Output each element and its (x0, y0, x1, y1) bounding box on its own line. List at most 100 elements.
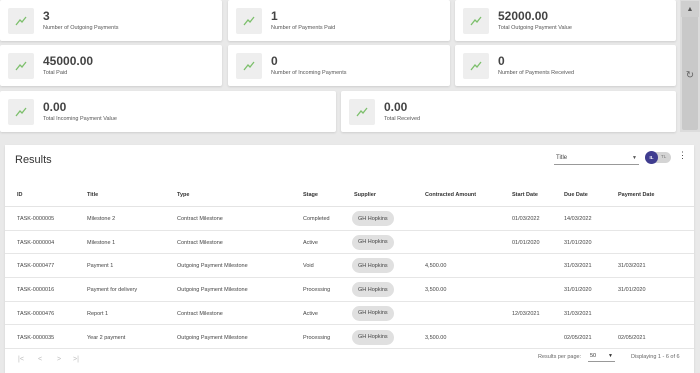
cell-due-date: 31/03/2021 (564, 263, 592, 270)
cell-payment-date: 31/01/2020 (618, 287, 646, 294)
cell-stage: Processing (303, 287, 331, 294)
stat-value: 1 (271, 9, 278, 23)
col-header-id[interactable]: ID (17, 192, 23, 198)
stat-card-incoming-count: 0 Number of Incoming Payments (228, 45, 450, 86)
cell-stage: Completed (303, 216, 330, 222)
cell-amount: 3,500.00 (425, 287, 447, 294)
per-page-label: Results per page: (538, 354, 582, 360)
results-title: Results (15, 154, 52, 166)
stat-card-payments-paid: 1 Number of Payments Paid (228, 0, 450, 41)
chevron-down-icon: ▼ (608, 353, 613, 359)
supplier-chip[interactable]: GH Hopkins (352, 329, 394, 345)
stat-card-total-received: 0.00 Total Received (341, 91, 676, 132)
cell-title: Milestone 2 (87, 216, 116, 222)
stat-label: Total Outgoing Payment Value (498, 25, 572, 31)
cell-id: TASK-0000477 (17, 263, 55, 270)
cell-id: TASK-0000004 (17, 239, 55, 246)
cell-type: Contract Milestone (177, 239, 223, 246)
cell-type: Outgoing Payment Milestone (177, 334, 248, 341)
refresh-icon[interactable]: ↻ (683, 68, 697, 82)
trend-up-icon (463, 52, 489, 79)
stat-label: Number of Incoming Payments (271, 70, 347, 76)
table-row[interactable]: TASK-0000005 Milestone 2 Contract Milest… (5, 207, 694, 231)
cell-id: TASK-0000005 (17, 216, 55, 222)
stat-card-outgoing-count: 3 Number of Outgoing Payments (0, 0, 222, 41)
stat-value: 0 (271, 54, 278, 68)
displaying-count: Displaying 1 - 6 of 6 (631, 354, 680, 360)
cell-type: Contract Milestone (177, 216, 223, 222)
supplier-chip[interactable]: GH Hopkins (352, 234, 394, 250)
next-page-button[interactable]: > (57, 356, 61, 363)
per-page-value: 50 (590, 353, 597, 359)
per-page-select[interactable]: 50 ▼ (588, 351, 615, 362)
cell-type: Outgoing Payment Milestone (177, 263, 248, 270)
col-header-supplier[interactable]: Supplier (354, 192, 376, 198)
supplier-chip[interactable]: GH Hopkins (352, 305, 394, 321)
trend-up-icon (463, 7, 489, 34)
cell-title: Payment for delivery (87, 287, 138, 294)
cell-stage: Active (303, 239, 318, 246)
table-row[interactable]: TASK-0000004 Milestone 1 Contract Milest… (5, 231, 694, 255)
col-header-type[interactable]: Type (177, 192, 189, 198)
cell-amount: 3,500.00 (425, 334, 447, 341)
scrollbar-thumb[interactable] (682, 4, 698, 130)
supplier-chip[interactable]: GH Hopkins (352, 211, 394, 226)
cell-due-date: 31/03/2021 (564, 310, 592, 317)
trend-up-icon (8, 7, 34, 34)
stat-label: Number of Payments Received (498, 70, 575, 76)
stat-label: Number of Outgoing Payments (43, 25, 119, 31)
trend-up-icon (8, 98, 34, 125)
cell-due-date: 31/01/2020 (564, 239, 592, 246)
stat-value: 45000.00 (43, 54, 94, 68)
table-row[interactable]: TASK-0000016 Payment for delivery Outgoi… (5, 278, 694, 302)
col-header-payment-date[interactable]: Payment Date (618, 192, 654, 198)
more-options-icon[interactable]: ⋮ (678, 151, 687, 160)
sort-select-value: Title (556, 154, 568, 161)
table-row[interactable]: TASK-0000477 Payment 1 Outgoing Payment … (5, 254, 694, 279)
stat-label: Total Incoming Payment Value (43, 116, 117, 122)
supplier-chip[interactable]: GH Hopkins (352, 282, 394, 298)
cell-payment-date: 31/03/2021 (618, 263, 646, 270)
cell-id: TASK-0000035 (17, 334, 55, 341)
last-page-button[interactable]: >| (73, 356, 79, 363)
stat-card-incoming-value: 0.00 Total Incoming Payment Value (0, 91, 336, 132)
cell-due-date: 14/03/2022 (564, 216, 592, 222)
col-header-stage[interactable]: Stage (303, 192, 318, 198)
table-row[interactable]: TASK-0000476 Report 1 Contract Milestone… (5, 302, 694, 326)
col-header-title[interactable]: Title (87, 192, 98, 198)
cell-title: Milestone 1 (87, 239, 116, 246)
stat-value: 3 (43, 9, 50, 23)
toggle-off-label: TL (661, 154, 667, 159)
cell-start-date: 12/03/2021 (512, 310, 540, 317)
trend-up-icon (8, 52, 34, 79)
side-scroll-strip: ▲ ↻ (680, 0, 700, 132)
first-page-button[interactable]: |< (18, 356, 24, 363)
supplier-chip[interactable]: GH Hopkins (352, 258, 394, 274)
view-toggle[interactable]: IL TL (645, 151, 671, 164)
prev-page-button[interactable]: < (38, 356, 42, 363)
scroll-up-icon[interactable]: ▲ (681, 1, 699, 17)
toggle-knob: IL (645, 151, 658, 164)
trend-up-icon (236, 7, 262, 34)
cell-type: Contract Milestone (177, 310, 223, 317)
cell-stage: Active (303, 310, 318, 317)
stat-card-total-paid: 45000.00 Total Paid (0, 45, 222, 86)
cell-id: TASK-0000476 (17, 310, 55, 317)
cell-title: Year 2 payment (87, 334, 126, 341)
stat-value: 0.00 (384, 100, 408, 114)
trend-up-icon (349, 98, 375, 125)
table-row[interactable]: TASK-0000035 Year 2 payment Outgoing Pay… (5, 326, 694, 350)
cell-due-date: 02/05/2021 (564, 334, 592, 341)
cell-title: Payment 1 (87, 263, 114, 270)
cell-id: TASK-0000016 (17, 287, 55, 294)
sort-select[interactable]: Title ▼ (554, 151, 639, 165)
col-header-due-date[interactable]: Due Date (564, 192, 588, 198)
col-header-start-date[interactable]: Start Date (512, 192, 538, 198)
col-header-amount[interactable]: Contracted Amount (425, 192, 476, 198)
stat-card-outgoing-value: 52000.00 Total Outgoing Payment Value (455, 0, 676, 41)
stat-card-payments-received: 0 Number of Payments Received (455, 45, 676, 86)
stat-label: Number of Payments Paid (271, 25, 336, 31)
stat-value: 52000.00 (498, 9, 549, 23)
stat-value: 0 (498, 54, 505, 68)
cell-amount: 4,500.00 (425, 263, 447, 270)
